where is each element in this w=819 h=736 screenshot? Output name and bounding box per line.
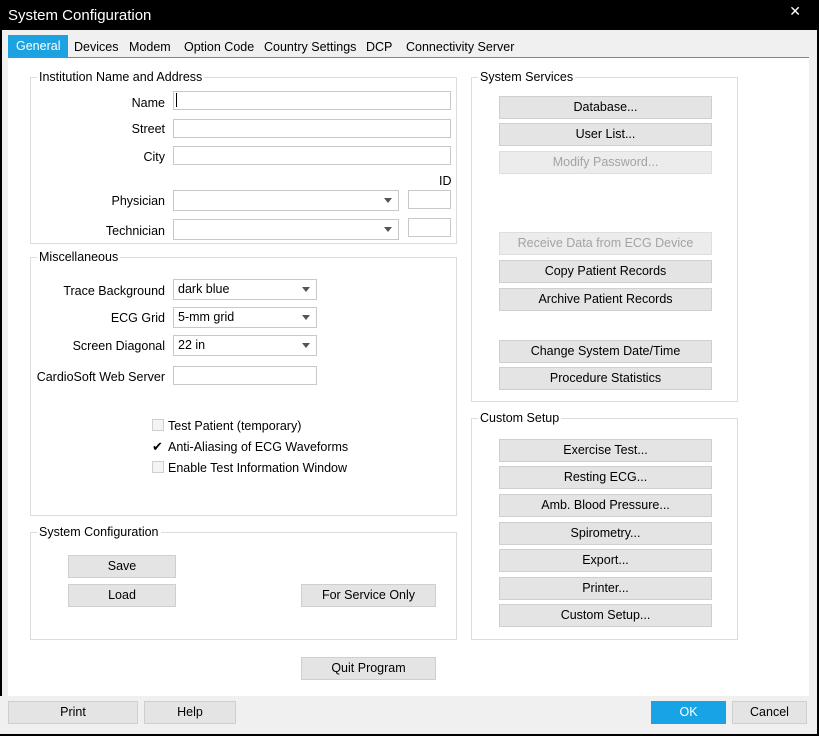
load-button[interactable]: Load — [68, 584, 176, 607]
title-bar: System Configuration ✕ — [0, 0, 819, 30]
exercise-test-button[interactable]: Exercise Test... — [499, 439, 712, 462]
test-info-window-label: Enable Test Information Window — [168, 461, 348, 475]
printer-button[interactable]: Printer... — [499, 577, 712, 600]
tab-option-code[interactable]: Option Code — [184, 37, 254, 57]
procedure-statistics-button[interactable]: Procedure Statistics — [499, 367, 712, 390]
tab-general[interactable]: General — [8, 35, 69, 57]
screen-diagonal-select[interactable]: 22 in — [173, 335, 317, 356]
id-label: ID — [439, 174, 452, 188]
chevron-down-icon — [302, 315, 310, 320]
city-input[interactable] — [173, 146, 451, 165]
help-button[interactable]: Help — [144, 701, 236, 724]
tab-modem[interactable]: Modem — [129, 37, 171, 57]
physician-id-input[interactable] — [408, 190, 451, 209]
technician-id-input[interactable] — [408, 218, 451, 237]
technician-label: Technician — [105, 224, 165, 238]
trace-background-label: Trace Background — [63, 284, 165, 298]
street-input[interactable] — [173, 119, 451, 138]
miscellaneous-group-title: Miscellaneous — [37, 250, 121, 264]
checkmark-icon: ✔ — [152, 439, 163, 454]
tab-devices[interactable]: Devices — [74, 37, 118, 57]
physician-label: Physician — [111, 194, 166, 208]
custom-setup-button[interactable]: Custom Setup... — [499, 604, 712, 627]
anti-aliasing-checkbox[interactable]: ✔ — [152, 439, 164, 454]
street-label: Street — [131, 122, 165, 136]
anti-aliasing-label: Anti-Aliasing of ECG Waveforms — [168, 440, 349, 454]
amb-blood-pressure-button[interactable]: Amb. Blood Pressure... — [499, 494, 712, 517]
save-button[interactable]: Save — [68, 555, 176, 578]
system-configuration-window: System Configuration ✕ General Devices M… — [0, 0, 819, 736]
chevron-down-icon — [384, 198, 392, 203]
chevron-down-icon — [384, 227, 392, 232]
chevron-down-icon — [302, 287, 310, 292]
ok-button[interactable]: OK — [651, 701, 726, 724]
text-caret — [176, 93, 177, 107]
export-button[interactable]: Export... — [499, 549, 712, 572]
quit-program-button[interactable]: Quit Program — [301, 657, 436, 680]
tab-connectivity-server[interactable]: Connectivity Server — [406, 37, 514, 57]
close-icon[interactable]: ✕ — [789, 3, 801, 20]
system-configuration-group-title: System Configuration — [37, 525, 161, 539]
city-label: City — [143, 150, 165, 164]
tab-bar: General Devices Modem Option Code Countr… — [8, 35, 809, 58]
institution-group-title: Institution Name and Address — [37, 70, 205, 84]
database-button[interactable]: Database... — [499, 96, 712, 119]
test-patient-label: Test Patient (temporary) — [168, 419, 302, 433]
system-services-group-title: System Services — [478, 70, 576, 84]
archive-patient-records-button[interactable]: Archive Patient Records — [499, 288, 712, 311]
modify-password-button[interactable]: Modify Password... — [499, 151, 712, 174]
ecg-grid-value: 5-mm grid — [178, 310, 235, 324]
physician-select[interactable] — [173, 190, 399, 211]
test-patient-checkbox[interactable] — [152, 419, 164, 431]
print-button[interactable]: Print — [8, 701, 138, 724]
copy-patient-records-button[interactable]: Copy Patient Records — [499, 260, 712, 283]
ecg-grid-select[interactable]: 5-mm grid — [173, 307, 317, 328]
resting-ecg-button[interactable]: Resting ECG... — [499, 466, 712, 489]
name-label: Name — [131, 96, 165, 110]
technician-select[interactable] — [173, 219, 399, 240]
screen-diagonal-value: 22 in — [178, 338, 206, 352]
spirometry-button[interactable]: Spirometry... — [499, 522, 712, 545]
tab-dcp[interactable]: DCP — [366, 37, 392, 57]
screen-diagonal-label: Screen Diagonal — [72, 339, 165, 353]
web-server-input[interactable] — [173, 366, 317, 385]
footer-bar: Print Help OK Cancel — [0, 696, 815, 734]
general-tab-page: Institution Name and Address Name Street… — [8, 58, 809, 696]
name-input[interactable] — [173, 91, 451, 110]
ecg-grid-label: ECG Grid — [110, 311, 165, 325]
test-info-window-checkbox[interactable] — [152, 461, 164, 473]
receive-data-button[interactable]: Receive Data from ECG Device — [499, 232, 712, 255]
trace-background-value: dark blue — [178, 282, 230, 296]
trace-background-select[interactable]: dark blue — [173, 279, 317, 300]
window-title: System Configuration — [8, 7, 152, 24]
custom-setup-group-title: Custom Setup — [478, 411, 562, 425]
tab-country-settings[interactable]: Country Settings — [264, 37, 356, 57]
user-list-button[interactable]: User List... — [499, 123, 712, 146]
web-server-label: CardioSoft Web Server — [36, 370, 165, 384]
change-date-time-button[interactable]: Change System Date/Time — [499, 340, 712, 363]
cancel-button[interactable]: Cancel — [732, 701, 807, 724]
chevron-down-icon — [302, 343, 310, 348]
for-service-only-button[interactable]: For Service Only — [301, 584, 436, 607]
